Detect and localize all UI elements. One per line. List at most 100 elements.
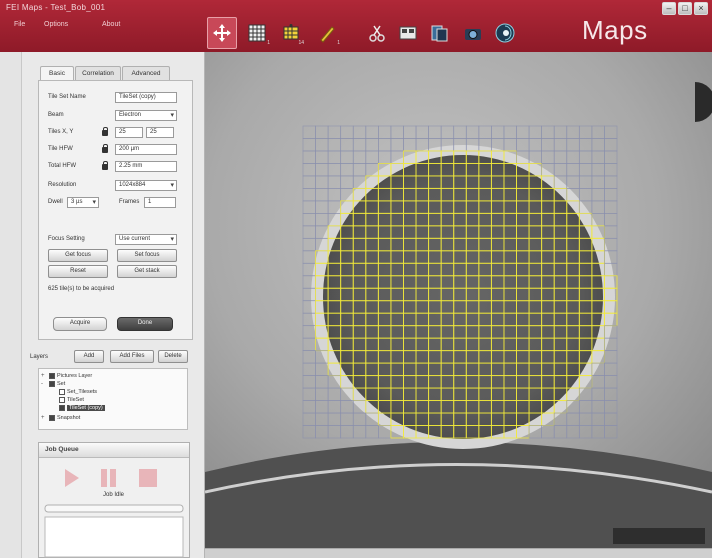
- layer-checkbox[interactable]: [59, 397, 65, 403]
- crosshair-arrows-icon: [213, 24, 231, 42]
- tree-node-snapshot[interactable]: + Snapshot: [41, 415, 80, 421]
- tiles-xy-label: Tiles X, Y: [48, 129, 74, 135]
- menu-options[interactable]: Options: [44, 21, 68, 28]
- cut-tool-button[interactable]: [362, 17, 392, 49]
- tile-set-tool-button[interactable]: 1: [242, 17, 272, 49]
- beam-select[interactable]: Electron: [115, 110, 177, 121]
- window-title: FEI Maps - Test_Bob_001: [6, 3, 106, 12]
- job-queue-title: Job Queue: [39, 443, 189, 458]
- tile-hfw-field[interactable]: 200 µm: [115, 144, 177, 155]
- app-header: FEI Maps - Test_Bob_001 – □ × File Optio…: [0, 0, 712, 52]
- expand-icon[interactable]: +: [41, 373, 47, 379]
- tree-node-tileset-copy[interactable]: TileSet (copy): [59, 405, 105, 411]
- get-focus-button[interactable]: Get focus: [48, 249, 108, 262]
- status-strip: [205, 548, 712, 558]
- tile-set-name-label: Tile Set Name: [48, 94, 86, 100]
- globe-icon: [495, 23, 515, 43]
- set-focus-label: Set focus: [134, 252, 160, 258]
- frames-label: Frames: [119, 199, 140, 205]
- brand-logo: Maps: [582, 15, 648, 45]
- tab-basic[interactable]: Basic: [40, 66, 74, 81]
- tree-node-label: Set: [57, 381, 66, 387]
- focus-setting-select[interactable]: Use current: [115, 234, 177, 245]
- set-focus-button[interactable]: Set focus: [117, 249, 177, 262]
- job-progress-bar: [44, 504, 184, 513]
- tree-node-pictures-layer[interactable]: + Pictures Layer: [41, 373, 92, 379]
- acquire-button[interactable]: Acquire: [53, 317, 107, 331]
- tree-node-tileset[interactable]: TileSet: [59, 397, 84, 403]
- reset-label: Reset: [70, 268, 86, 274]
- minimize-button[interactable]: –: [662, 2, 676, 15]
- maximize-button[interactable]: □: [678, 2, 692, 15]
- image-tool-button[interactable]: [425, 17, 455, 49]
- left-dock-edge: [0, 52, 22, 558]
- lock-icon[interactable]: [102, 161, 108, 170]
- camera-icon: [465, 29, 481, 40]
- resolution-label: Resolution: [48, 182, 77, 188]
- stop-icon: [139, 469, 157, 487]
- job-queue-panel: Job Queue Job Idle: [38, 442, 190, 558]
- tree-node-label: Pictures Layer: [57, 373, 93, 379]
- tiles-y-field[interactable]: 25: [146, 127, 174, 138]
- resolution-select[interactable]: 1024x884: [115, 180, 177, 191]
- menu-file[interactable]: File: [14, 21, 25, 28]
- sample-image[interactable]: [205, 52, 712, 548]
- tiles-x-field[interactable]: 25: [115, 127, 143, 138]
- navigation-tool-button[interactable]: [490, 17, 520, 49]
- beam-label: Beam: [48, 112, 64, 118]
- tiles-to-acquire-text: 625 tile(s) to be acquired: [48, 286, 115, 292]
- dwell-select[interactable]: 3 µs: [67, 197, 99, 208]
- tab-advanced[interactable]: Advanced: [122, 66, 170, 80]
- focus-setting-label: Focus Setting: [48, 236, 85, 242]
- get-stack-button[interactable]: Get stack: [117, 265, 177, 278]
- tile-hfw-label: Tile HFW: [48, 146, 73, 152]
- add-layer-button[interactable]: Add: [74, 350, 104, 363]
- move-tool-button[interactable]: [207, 17, 237, 49]
- reset-button[interactable]: Reset: [48, 265, 108, 278]
- tree-node-label: TileSet: [67, 397, 84, 403]
- tile-set-name-field[interactable]: TileSet (copy): [115, 92, 177, 103]
- image-stack-icon: [431, 25, 448, 42]
- layout-icon: [399, 26, 417, 40]
- tree-node-label: Set_Tilesets: [67, 389, 98, 395]
- pencil-icon: [320, 26, 335, 43]
- pause-icon: [101, 469, 107, 487]
- tab-correlation[interactable]: Correlation: [75, 66, 121, 80]
- add-files-button[interactable]: Add Files: [110, 350, 154, 363]
- total-hfw-label: Total HFW: [48, 163, 77, 169]
- layer-checkbox[interactable]: [59, 389, 65, 395]
- layer-tree: + Pictures Layer - Set Set_Tilesets Tile…: [38, 368, 188, 430]
- tree-node-set-tilesets[interactable]: Set_Tilesets: [59, 389, 97, 395]
- grid-icon: [248, 24, 266, 42]
- map-viewport[interactable]: [205, 52, 712, 548]
- collapse-icon[interactable]: -: [41, 381, 47, 387]
- frames-field[interactable]: 1: [144, 197, 176, 208]
- total-hfw-field[interactable]: 2.25 mm: [115, 161, 177, 172]
- layout-tool-button[interactable]: [393, 17, 423, 49]
- tree-node-set[interactable]: - Set: [41, 381, 65, 387]
- expand-icon[interactable]: +: [41, 415, 47, 421]
- basic-settings: Tile Set Name TileSet (copy) Beam Electr…: [38, 80, 193, 340]
- camera-tool-button[interactable]: [458, 17, 488, 49]
- maps-window: FEI Maps - Test_Bob_001 – □ × File Optio…: [0, 0, 712, 558]
- delete-layer-button[interactable]: Delete: [158, 350, 188, 363]
- job-status-text: Job Idle: [103, 492, 125, 498]
- job-controls: [44, 469, 184, 558]
- get-focus-label: Get focus: [65, 252, 91, 258]
- dwell-label: Dwell: [48, 199, 63, 205]
- layer-checkbox[interactable]: [49, 373, 55, 379]
- layers-toolbar: Layers Add Add Files Delete: [22, 346, 205, 366]
- lock-icon[interactable]: [102, 144, 108, 153]
- measure-tool-button[interactable]: 1: [312, 17, 342, 49]
- done-button[interactable]: Done: [117, 317, 173, 331]
- layer-checkbox[interactable]: [59, 405, 65, 411]
- lock-icon[interactable]: [102, 127, 108, 136]
- menu-about[interactable]: About: [102, 21, 120, 28]
- close-button[interactable]: ×: [694, 2, 708, 15]
- scissors-icon: [369, 25, 385, 42]
- get-stack-label: Get stack: [134, 268, 160, 274]
- layer-checkbox[interactable]: [49, 415, 55, 421]
- tile-set-stitch-button[interactable]: 14: [276, 17, 306, 49]
- layer-checkbox[interactable]: [49, 381, 55, 387]
- play-icon: [65, 469, 79, 487]
